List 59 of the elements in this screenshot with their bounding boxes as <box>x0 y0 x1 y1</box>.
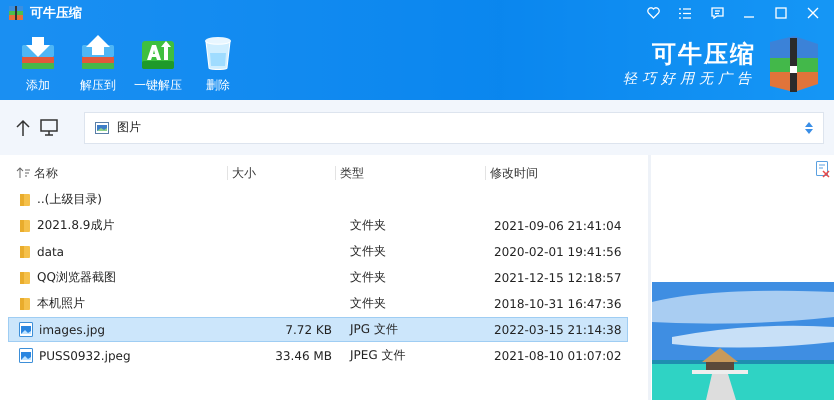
column-header[interactable]: 修改时间 <box>490 164 538 182</box>
brand-slogan: 轻巧好用无广告 <box>623 70 756 88</box>
heart-icon[interactable] <box>646 7 660 19</box>
window-title: 可牛压缩 <box>30 4 83 22</box>
modified-time: 2021-12-15 12:18:57 <box>494 270 622 284</box>
close-icon[interactable] <box>807 7 819 19</box>
picture-folder-icon <box>95 122 109 134</box>
file-type: 文件夹 <box>350 270 386 284</box>
file-name: ..(上级目录) <box>37 191 102 208</box>
app-logo-icon <box>8 5 24 21</box>
column-header[interactable]: 名称 <box>34 164 58 182</box>
maximize-icon[interactable] <box>775 7 787 19</box>
trash-can-icon <box>203 35 233 71</box>
archive-up-icon <box>80 35 116 71</box>
modified-time: 2021-08-10 01:07:02 <box>494 348 622 362</box>
folder-icon <box>19 296 31 310</box>
file-type: 文件夹 <box>350 218 386 232</box>
file-size: 7.72 KB <box>285 322 332 336</box>
modified-time: 2022-03-15 21:14:38 <box>494 322 622 336</box>
modified-time: 2020-02-01 19:41:56 <box>494 244 622 258</box>
file-type: JPEG 文件 <box>350 348 406 362</box>
file-size: 33.46 MB <box>275 348 332 362</box>
toolbar-button[interactable]: 删除 <box>188 35 248 94</box>
file-row[interactable]: PUSS0932.jpeg 33.46 MB JPEG 文件 2021-08-10 01:07:02 <box>8 343 628 368</box>
file-row[interactable]: 本机照片 文件夹 2018-10-31 16:47:36 <box>8 291 628 316</box>
chat-icon[interactable] <box>710 7 724 19</box>
modified-time: 2018-10-31 16:47:36 <box>494 296 622 310</box>
file-type: JPG 文件 <box>350 322 398 336</box>
computer-icon[interactable] <box>40 119 58 136</box>
file-row[interactable]: ..(上级目录) <box>8 187 628 212</box>
archive-down-icon <box>20 35 56 71</box>
file-name: QQ浏览器截图 <box>37 269 116 286</box>
dropdown-arrows-icon[interactable] <box>805 122 813 134</box>
sort-icon[interactable] <box>16 167 30 179</box>
file-name: 2021.8.9成片 <box>37 217 114 234</box>
file-row[interactable]: data 文件夹 2020-02-01 19:41:56 <box>8 239 628 264</box>
file-name: 本机照片 <box>37 295 85 312</box>
file-name: PUSS0932.jpeg <box>39 348 131 362</box>
file-type: 文件夹 <box>350 296 386 310</box>
file-row[interactable]: QQ浏览器截图 文件夹 2021-12-15 12:18:57 <box>8 265 628 290</box>
folder-icon <box>19 218 31 232</box>
file-name: images.jpg <box>39 322 106 336</box>
image-file-icon <box>19 322 33 337</box>
list-menu-icon[interactable] <box>679 8 691 18</box>
file-row[interactable]: 2021.8.9成片 文件夹 2021-09-06 21:41:04 <box>8 213 628 238</box>
folder-icon <box>19 270 31 284</box>
image-file-icon <box>19 348 33 363</box>
modified-time: 2021-09-06 21:41:04 <box>494 218 622 232</box>
file-name: data <box>37 244 64 258</box>
folder-icon <box>19 192 31 206</box>
up-arrow-icon[interactable] <box>16 118 30 136</box>
column-header[interactable]: 类型 <box>340 164 364 182</box>
close-preview-icon[interactable] <box>816 161 830 178</box>
path-field[interactable]: 图片 <box>84 112 824 144</box>
file-row[interactable]: images.jpg 7.72 KB JPG 文件 2022-03-15 21:14:38 <box>8 317 628 342</box>
file-type: 文件夹 <box>350 244 386 258</box>
folder-icon <box>19 244 31 258</box>
brand-name: 可牛压缩 <box>652 39 756 70</box>
column-header[interactable]: 大小 <box>232 164 256 182</box>
